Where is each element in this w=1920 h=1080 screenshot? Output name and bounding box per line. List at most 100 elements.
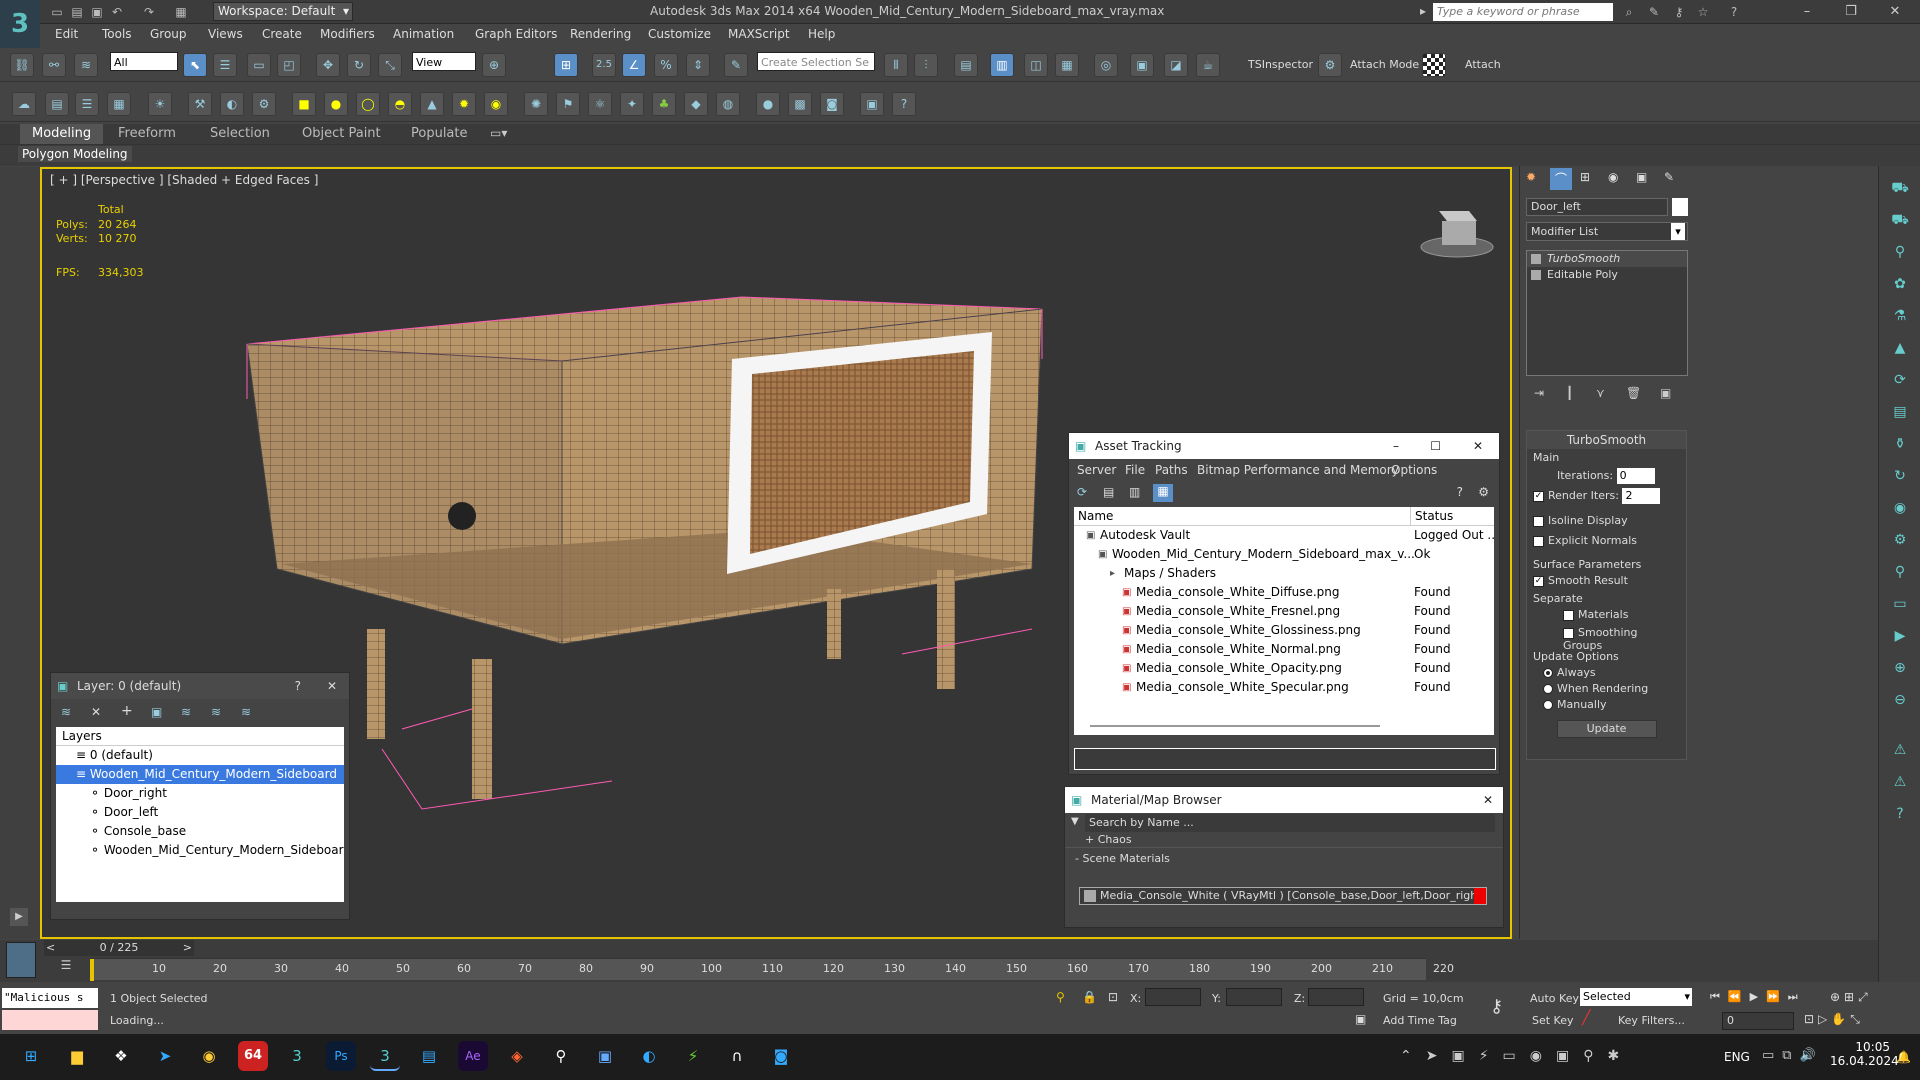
asset-minimize-button[interactable]: – <box>1393 433 1399 459</box>
maxscript-output[interactable] <box>2 1010 98 1030</box>
checker-icon[interactable] <box>1422 53 1446 77</box>
asset-help-icon[interactable]: ? <box>1457 485 1463 499</box>
tools-icon[interactable]: ✎ <box>1645 3 1663 21</box>
asset-menu-file[interactable]: File <box>1125 463 1145 477</box>
asset-row[interactable]: ▣ Media_console_White_Normal.png Found <box>1074 640 1494 659</box>
menu-modifiers[interactable]: Modifiers <box>320 27 375 41</box>
vray-ball-icon[interactable]: ● <box>756 92 780 116</box>
close-button[interactable]: ✕ <box>1880 2 1910 22</box>
menu-create[interactable]: Create <box>262 27 302 41</box>
current-frame-marker[interactable] <box>90 959 94 981</box>
telegram-icon[interactable]: ➤ <box>150 1041 180 1071</box>
polygon-modeling-label[interactable]: Polygon Modeling <box>18 146 132 162</box>
vray-sphere-icon[interactable]: ◯ <box>356 92 380 116</box>
vray-toolbar-icon-10[interactable]: ↻ <box>1888 464 1912 488</box>
asset-row[interactable]: ▣ Media_console_White_Fresnel.png Found <box>1074 602 1494 621</box>
asset-hscrollbar[interactable] <box>1090 725 1380 727</box>
tab-freeform[interactable]: Freeform <box>118 126 176 141</box>
layer-item[interactable]: ⚬ Door_left <box>56 803 344 822</box>
asset-menu-server[interactable]: Server <box>1077 463 1116 477</box>
asset-settings-icon[interactable]: ⚙ <box>1478 485 1489 499</box>
motion-tab-icon[interactable]: ◉ <box>1608 170 1618 184</box>
material-editor-icon[interactable]: ◎ <box>1094 53 1118 77</box>
absolute-mode-icon[interactable]: ⊡ <box>1108 990 1118 1004</box>
rectangle-selection-icon[interactable]: ▭ <box>247 53 271 77</box>
vray-ambient-icon[interactable]: ◉ <box>484 92 508 116</box>
named-selection-dropdown[interactable]: Create Selection Se <box>757 52 875 71</box>
asset-menu-paths[interactable]: Paths <box>1155 463 1188 477</box>
search-dropdown-icon[interactable]: ▼ <box>1071 816 1079 827</box>
asset-col-name[interactable]: Name <box>1078 507 1113 525</box>
layer-item[interactable]: ⚬ Console_base <box>56 822 344 841</box>
network-volume-icons[interactable]: ▭⧉🔊 <box>1762 1048 1824 1063</box>
workspace-dropdown[interactable]: Workspace: Default ▾ <box>213 2 353 21</box>
asset-maximize-button[interactable]: ☐ <box>1430 433 1441 459</box>
configure-sets-icon[interactable]: ▣ <box>1660 386 1671 400</box>
viewport-nav-controls-2[interactable]: ⊡▷✋⤡ <box>1804 1012 1864 1027</box>
track-bar-icon[interactable]: ☰ <box>54 958 78 978</box>
system-tray-icons[interactable]: ⌃➤▣⚡▭◉▣⚲✱ <box>1400 1048 1633 1064</box>
vray-toolbar-icon-1[interactable]: ⛟ <box>1888 176 1912 200</box>
remove-modifier-icon[interactable]: 🗑 <box>1626 386 1641 400</box>
asset-row[interactable]: ▣ Media_console_White_Diffuse.png Found <box>1074 583 1494 602</box>
layer-delete-icon[interactable]: ✕ <box>91 705 101 719</box>
modify-tab-icon[interactable]: ⌒ <box>1550 168 1572 190</box>
restore-button[interactable]: ❐ <box>1836 2 1866 22</box>
asset-row[interactable]: ▣ Media_console_White_Glossiness.png Found <box>1074 621 1494 640</box>
move-icon[interactable]: ✥ <box>316 53 340 77</box>
utilities-tab-icon[interactable]: ✎ <box>1664 170 1674 184</box>
menu-graph-editors[interactable]: Graph Editors <box>475 27 557 41</box>
vray-mtl-icon[interactable]: ◐ <box>220 92 244 116</box>
track-bar[interactable]: 10 20 30 40 50 60 70 80 90 100 110 120 130 140 150 160 1… <box>90 958 1454 981</box>
material-browser-titlebar[interactable]: ▣ Material/Map Browser ✕ <box>1065 787 1503 813</box>
render-iters-spinner[interactable]: 2 <box>1622 488 1661 504</box>
graphite-tools-icon[interactable]: ▥ <box>990 53 1014 77</box>
reference-coord-dropdown[interactable]: View <box>412 52 476 71</box>
vray-fur-icon[interactable]: ✺ <box>524 92 548 116</box>
layer-item[interactable]: ≡ 0 (default) <box>56 746 344 765</box>
vray-help-circle-icon[interactable]: ? <box>1888 802 1912 826</box>
vray-toolbar-icon-7[interactable]: ⟳ <box>1888 368 1912 392</box>
material-browser-close-button[interactable]: ✕ <box>1483 787 1493 813</box>
language-indicator[interactable]: ENG <box>1724 1050 1750 1064</box>
bind-spacewarp-icon[interactable]: ≋ <box>74 53 98 77</box>
set-key-button[interactable]: Set Key <box>1532 1014 1574 1027</box>
file-explorer-icon[interactable]: ▆ <box>62 1041 92 1071</box>
group-chaos[interactable]: + Chaos <box>1085 833 1132 846</box>
asset-close-button[interactable]: ✕ <box>1473 433 1483 459</box>
ribbon-options-icon[interactable]: ▭▾ <box>490 126 507 140</box>
explicit-normals-checkbox[interactable] <box>1533 535 1544 547</box>
vray-hdr-icon[interactable]: ◆ <box>684 92 708 116</box>
angle-snap-icon[interactable]: ∠ <box>622 53 646 77</box>
layer-hide-icon[interactable]: ≋ <box>211 705 221 719</box>
windows-start-icon[interactable]: ⊞ <box>16 1041 46 1071</box>
rendered-frame-icon[interactable]: ◪ <box>1164 53 1188 77</box>
menu-maxscript[interactable]: MAXScript <box>728 27 790 41</box>
layer-item[interactable]: ⚬ Door_right <box>56 784 344 803</box>
always-radio[interactable] <box>1543 668 1553 678</box>
tab-populate[interactable]: Populate <box>411 126 468 141</box>
vray-toolbar-icon-12[interactable]: ⚙ <box>1888 528 1912 552</box>
after-effects-icon[interactable]: Ae <box>458 1041 488 1071</box>
vray-plane-icon[interactable]: ■ <box>292 92 316 116</box>
curve-editor-icon[interactable]: ◫ <box>1024 53 1048 77</box>
menu-customize[interactable]: Customize <box>648 27 711 41</box>
store-icon[interactable]: ▣ <box>590 1041 620 1071</box>
menu-edit[interactable]: Edit <box>55 27 78 41</box>
task-view-icon[interactable]: ❖ <box>106 1041 136 1071</box>
vray-light-icon[interactable]: ● <box>324 92 348 116</box>
smoothing-groups-checkbox[interactable] <box>1563 627 1574 639</box>
menu-animation[interactable]: Animation <box>393 27 454 41</box>
vray-mesh-icon[interactable]: ⚛ <box>588 92 612 116</box>
vray-dome-icon[interactable]: ◓ <box>388 92 412 116</box>
mini-curve-editor-icon[interactable] <box>6 942 36 978</box>
tab-object-paint[interactable]: Object Paint <box>302 126 381 141</box>
attach-mode-icon[interactable]: ⚙ <box>1318 53 1342 77</box>
object-color-swatch[interactable] <box>1672 198 1688 216</box>
create-tab-icon[interactable]: ✹ <box>1526 170 1536 184</box>
object-list-icon[interactable]: ☰ <box>75 92 99 116</box>
project-folder-icon[interactable]: ▦ <box>172 3 190 21</box>
modifier-toggle-icon[interactable] <box>1531 254 1541 264</box>
key-mode-icon[interactable]: ⚷ <box>1490 996 1503 1017</box>
display-tab-icon[interactable]: ▣ <box>1636 170 1647 184</box>
